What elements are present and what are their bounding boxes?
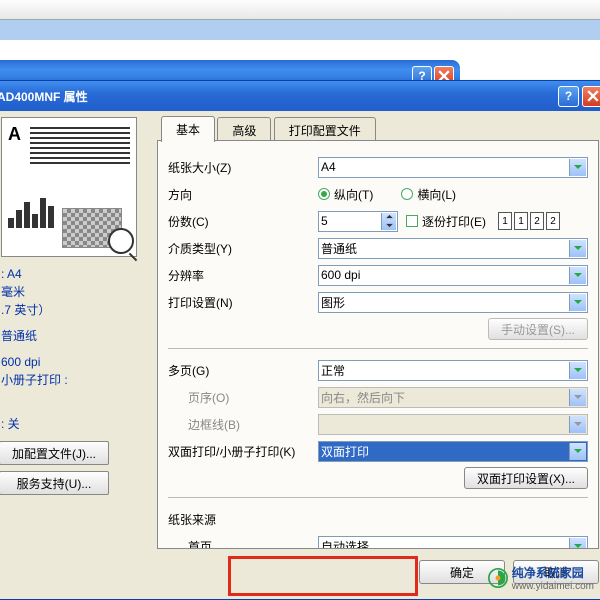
settings-panel: 基本 高级 打印配置文件 纸张大小(Z) A4 方向 纵向(T) 横向(L) [155, 115, 600, 551]
tab-profiles[interactable]: 打印配置文件 [274, 117, 376, 141]
watermark-url: www.yidaimei.com [512, 581, 594, 592]
logo-icon [488, 568, 508, 588]
duplex-combo[interactable]: 双面打印 [318, 441, 588, 462]
label-border: 边框线(B) [168, 416, 318, 433]
close-button[interactable] [582, 86, 600, 107]
label-multipage: 多页(G) [168, 362, 318, 379]
paper-size-combo[interactable]: A4 [318, 157, 588, 178]
label-first-page: 首页 [168, 538, 318, 550]
label-duplex: 双面打印/小册子打印(K) [168, 443, 318, 460]
copies-spinner[interactable]: 5 [318, 211, 398, 232]
label-print-settings: 打印设置(N) [168, 294, 318, 311]
tab-page-basic: 纸张大小(Z) A4 方向 纵向(T) 横向(L) 份数(C) 5 [157, 140, 599, 549]
label-orientation: 方向 [168, 186, 318, 203]
print-dialog-behind: ? [0, 60, 460, 80]
label-resolution: 分辨率 [168, 267, 318, 284]
dialog-titlebar[interactable]: AD400MNF 属性 ? [0, 81, 600, 111]
support-button[interactable]: 服务支持(U)... [0, 471, 109, 495]
preview-panel: A : A4 毫米 .7 英寸） 普通纸 600 dpi 小册子打印 : [0, 115, 149, 595]
magnifier-icon [108, 228, 134, 254]
label-copies: 份数(C) [168, 213, 318, 230]
first-page-combo[interactable]: 自动选择 [318, 536, 588, 550]
tab-strip: 基本 高级 打印配置文件 [161, 115, 600, 141]
multipage-combo[interactable]: 正常 [318, 360, 588, 381]
duplex-settings-button[interactable]: 双面打印设置(X)... [464, 467, 588, 489]
preview-info: : A4 毫米 .7 英寸） 普通纸 600 dpi 小册子打印 : : 关 [1, 265, 147, 433]
label-paper-source: 纸张来源 [168, 511, 318, 528]
watermark-text: 纯净系统家园 [512, 564, 594, 581]
collate-icon: 1122 [498, 212, 560, 230]
add-profile-button[interactable]: 加配置文件(J)... [0, 441, 109, 465]
radio-portrait[interactable]: 纵向(T) [318, 186, 373, 203]
print-settings-combo[interactable]: 图形 [318, 292, 588, 313]
tab-basic[interactable]: 基本 [161, 116, 215, 142]
spin-up[interactable] [382, 213, 396, 222]
printer-properties-dialog: AD400MNF 属性 ? A : A4 毫米 .7 英 [0, 80, 600, 600]
radio-landscape[interactable]: 横向(L) [401, 186, 456, 203]
page-order-combo: 向右，然后向下 [318, 387, 588, 408]
label-page-order: 页序(O) [168, 389, 318, 406]
label-media-type: 介质类型(Y) [168, 240, 318, 257]
manual-settings-button: 手动设置(S)... [488, 318, 588, 340]
dialog-title: AD400MNF 属性 [0, 88, 88, 105]
chevron-down-icon [569, 159, 586, 176]
page-thumbnail: A [1, 117, 137, 257]
ruler [0, 0, 600, 20]
tab-advanced[interactable]: 高级 [217, 117, 271, 141]
collate-check[interactable]: 逐份打印(E) [406, 213, 486, 230]
watermark: 纯净系统家园 www.yidaimei.com [488, 564, 594, 592]
spin-down[interactable] [382, 221, 396, 230]
label-paper-size: 纸张大小(Z) [168, 159, 318, 176]
resolution-combo[interactable]: 600 dpi [318, 265, 588, 286]
help-button[interactable]: ? [558, 86, 579, 107]
border-combo [318, 414, 588, 435]
media-type-combo[interactable]: 普通纸 [318, 238, 588, 259]
